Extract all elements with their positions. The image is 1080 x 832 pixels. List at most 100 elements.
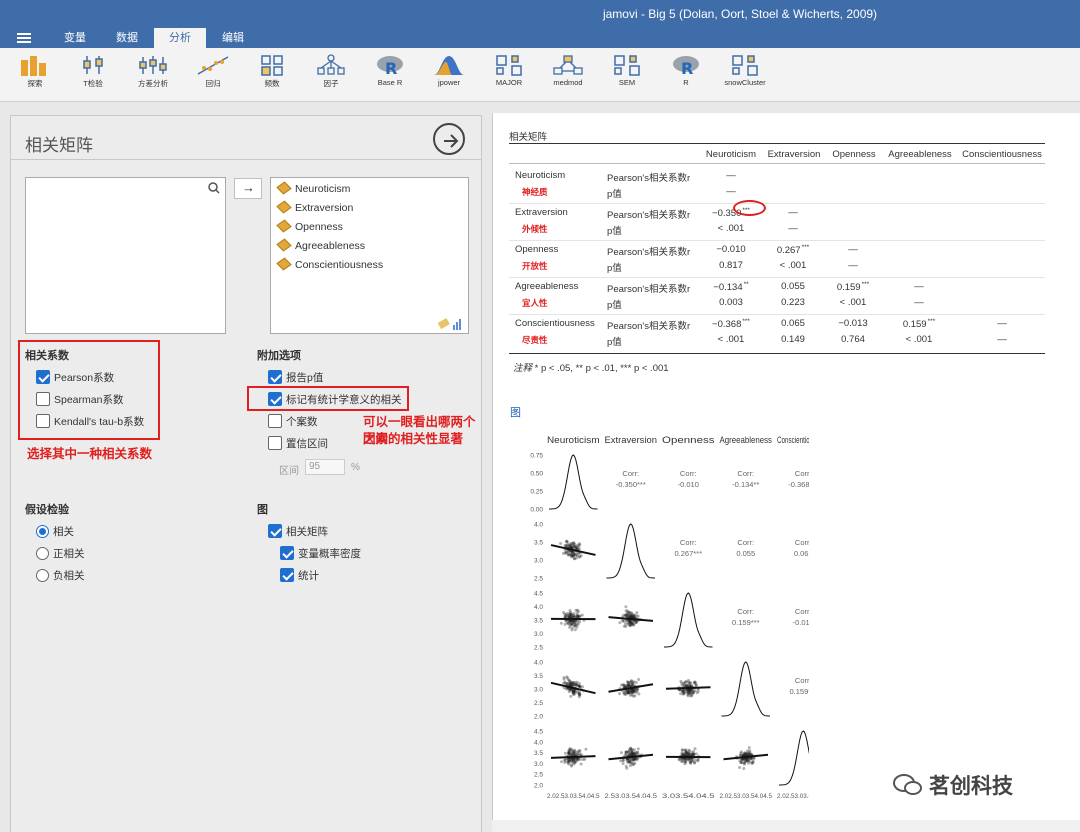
table-cell: — xyxy=(997,334,1007,345)
list-item[interactable]: Neuroticism xyxy=(276,180,350,198)
ribbon-base-r[interactable]: R Base R xyxy=(366,54,414,98)
table-cell: −0.013 xyxy=(838,318,868,329)
data-point xyxy=(569,694,573,698)
data-point xyxy=(688,749,692,753)
column-header: Conscientiousness xyxy=(777,435,809,445)
ribbon-regression[interactable]: 回归 xyxy=(189,54,237,98)
list-item[interactable]: Extraversion xyxy=(276,199,353,217)
ci-checkbox[interactable]: 置信区间 xyxy=(268,436,328,452)
hamburger-menu-icon[interactable] xyxy=(17,33,31,43)
row-divider xyxy=(509,314,1045,315)
report-p-checkbox[interactable]: 报告p值 xyxy=(268,370,323,386)
available-variables-list[interactable] xyxy=(25,177,226,334)
results-title: 相关矩阵 xyxy=(509,132,548,143)
y-tick-label: 2.0 xyxy=(534,783,543,790)
plot-statistics-checkbox[interactable]: 统计 xyxy=(280,568,319,584)
n-checkbox[interactable]: 个案数 xyxy=(268,414,318,430)
data-point xyxy=(744,752,748,756)
hypothesis-negative-radio[interactable]: 负相关 xyxy=(36,568,85,584)
row-label: Neuroticism xyxy=(515,170,566,181)
data-point xyxy=(687,678,690,682)
tab-data[interactable]: 数据 xyxy=(102,28,152,48)
data-point xyxy=(693,747,697,751)
data-point xyxy=(571,751,575,755)
data-point xyxy=(739,750,743,754)
selected-variables-list[interactable]: Neuroticism Extraversion Openness Agreea… xyxy=(270,177,469,334)
go-to-results-button[interactable] xyxy=(433,123,465,155)
row-divider xyxy=(509,277,1045,278)
move-variable-button[interactable]: → xyxy=(234,178,262,199)
tab-variables[interactable]: 变量 xyxy=(50,28,100,48)
table-cell: 0.055 xyxy=(781,281,805,292)
ribbon-major[interactable]: MAJOR xyxy=(485,54,533,98)
data-point xyxy=(748,749,752,753)
y-tick-label: 4.0 xyxy=(534,522,543,529)
tab-edit[interactable]: 编辑 xyxy=(208,28,258,48)
table-cell: — xyxy=(726,186,736,197)
data-point xyxy=(575,623,579,627)
table-cell: 0.065 xyxy=(781,318,805,329)
list-item[interactable]: Conscientiousness xyxy=(276,256,383,274)
corr-value: -0.350*** xyxy=(616,480,646,489)
corr-value: 0.267*** xyxy=(674,549,702,558)
ribbon-exploration[interactable]: 探索 xyxy=(11,54,59,98)
regression-icon xyxy=(197,56,229,75)
horizontal-scrollbar[interactable] xyxy=(492,820,1080,832)
data-point xyxy=(559,542,562,545)
corr-value: -0.010 xyxy=(678,480,699,489)
data-point xyxy=(679,692,683,696)
data-point xyxy=(579,762,583,766)
data-point xyxy=(559,621,563,625)
data-point xyxy=(628,764,632,768)
regression-line xyxy=(550,755,596,759)
hypothesis-correlated-radio[interactable]: 相关 xyxy=(36,524,74,540)
x-tick-label: 2.02.53.03.54.04.5 xyxy=(720,793,773,800)
table-cell: — xyxy=(914,297,924,308)
ribbon-medmod[interactable]: medmod xyxy=(544,54,592,98)
ci-width-input[interactable]: 95 xyxy=(305,459,345,475)
ci-interval-label: 区间 xyxy=(279,466,299,477)
data-point xyxy=(629,746,633,750)
data-point xyxy=(573,557,577,561)
snowcluster-icon xyxy=(732,55,758,76)
table-cell: 0.764 xyxy=(841,334,865,345)
menu-bar: 变量 数据 分析 编辑 xyxy=(0,28,1080,48)
data-point xyxy=(684,750,688,753)
continuous-variable-icon xyxy=(276,181,292,195)
data-point xyxy=(622,619,626,623)
plot-densities-checkbox[interactable]: 变量概率密度 xyxy=(280,546,361,562)
hypothesis-positive-radio[interactable]: 正相关 xyxy=(36,546,85,562)
arrow-right-icon xyxy=(444,134,459,148)
tab-analyses[interactable]: 分析 xyxy=(154,28,206,48)
list-item[interactable]: Agreeableness xyxy=(276,237,365,255)
data-point xyxy=(572,624,576,628)
data-point xyxy=(575,680,579,684)
ribbon-frequencies[interactable]: 频数 xyxy=(248,54,296,98)
data-point xyxy=(618,621,622,625)
list-item[interactable]: Openness xyxy=(276,218,343,236)
annotation-box xyxy=(247,386,409,411)
y-tick-label: 0.00 xyxy=(530,507,543,514)
ribbon-sem[interactable]: SEM xyxy=(603,54,651,98)
data-point xyxy=(681,691,685,695)
density-curve xyxy=(606,523,655,579)
row-label-zh: 神经质 xyxy=(522,187,548,197)
corr-value: 0.055 xyxy=(736,549,755,558)
plot-correlation-matrix-checkbox[interactable]: 相关矩阵 xyxy=(268,524,328,540)
data-point xyxy=(565,540,568,544)
annotation-note: 之间的相关性显著 xyxy=(363,432,464,446)
major-icon xyxy=(496,55,522,76)
ribbon-r[interactable]: R R xyxy=(662,54,710,98)
ribbon-factor[interactable]: 因子 xyxy=(307,54,355,98)
x-tick-label: 2.53.03.54.04.5 xyxy=(605,793,658,800)
ribbon-jpower[interactable]: jpower xyxy=(425,54,473,98)
ribbon-snowcluster[interactable]: snowCluster xyxy=(721,54,769,98)
search-icon[interactable] xyxy=(208,182,220,194)
ribbon-ttests[interactable]: T检验 xyxy=(69,54,117,98)
scatter-panel xyxy=(618,605,643,628)
ribbon-anova[interactable]: 方差分析 xyxy=(129,54,177,98)
row-divider xyxy=(509,240,1045,241)
data-point xyxy=(627,681,631,685)
table-cell: −0.010 xyxy=(716,244,746,255)
corr-label: Corr: xyxy=(795,676,809,685)
